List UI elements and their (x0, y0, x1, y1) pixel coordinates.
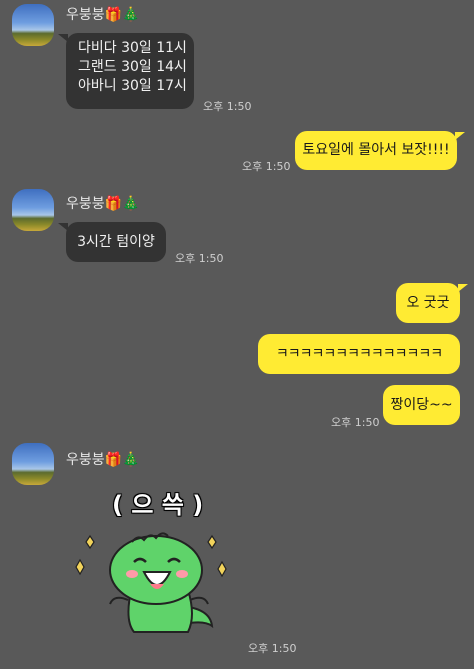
sender-avatar[interactable] (12, 189, 54, 231)
dinosaur-sticker-icon[interactable] (72, 528, 242, 640)
message-time: 오후 1:50 (248, 642, 297, 655)
gift-tree-emoji: 🎁🎄 (104, 452, 140, 468)
sender-name: 우붕붕🎁🎄 (66, 7, 140, 23)
bubble-tail (455, 132, 465, 140)
message-bubble[interactable]: 오 굿굿 (396, 283, 460, 323)
gift-tree-emoji: 🎁🎄 (104, 7, 140, 23)
sender-avatar[interactable] (12, 4, 54, 46)
bubble-tail (458, 284, 468, 292)
message-time: 오후 1:50 (242, 160, 291, 173)
sender-name: 우붕붕🎁🎄 (66, 196, 140, 212)
message-time: 오후 1:50 (203, 100, 252, 113)
message-bubble[interactable]: 다비다 30일 11시 그랜드 30일 14시 아바니 30일 17시 (66, 33, 194, 109)
message-bubble[interactable]: ㅋㅋㅋㅋㅋㅋㅋㅋㅋㅋㅋㅋㅋㅋ (258, 334, 460, 374)
message-time: 오후 1:50 (331, 416, 380, 429)
message-bubble[interactable]: 짱이당~~ (383, 385, 460, 425)
sender-avatar[interactable] (12, 443, 54, 485)
sender-name: 우붕붕🎁🎄 (66, 452, 140, 468)
sticker-caption: ( 으 쓱 ) (112, 491, 204, 519)
gift-tree-emoji: 🎁🎄 (104, 196, 140, 212)
message-bubble[interactable]: 토요일에 몰아서 보잣!!!! (295, 131, 457, 170)
message-time: 오후 1:50 (175, 252, 224, 265)
message-bubble[interactable]: 3시간 텀이양 (66, 222, 166, 262)
